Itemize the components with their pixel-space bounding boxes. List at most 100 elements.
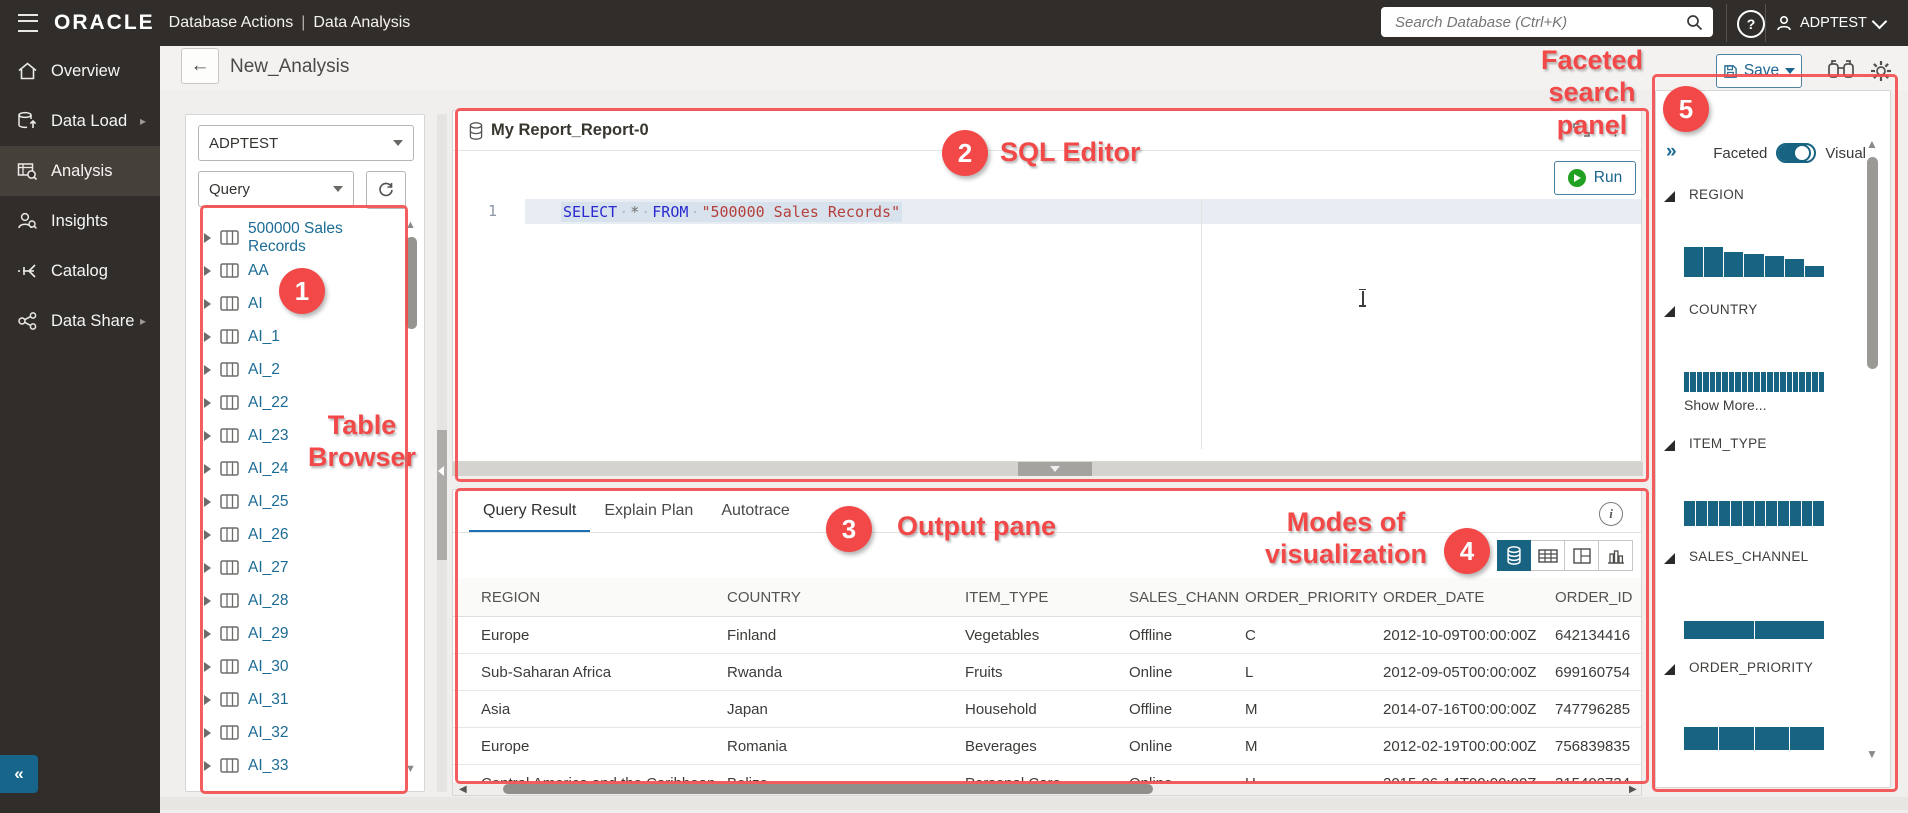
facet-bar[interactable] (1773, 372, 1780, 392)
table-list-item[interactable]: AI_32 (186, 716, 404, 749)
table-row[interactable]: Europe Romania Beverages Online M 2012-02-19T… (453, 727, 1641, 765)
vertical-splitter-thumb[interactable] (437, 430, 447, 560)
facet-bar[interactable] (1704, 247, 1724, 277)
search-icon[interactable] (1686, 14, 1703, 31)
table-list-item[interactable]: AI_26 (186, 518, 404, 551)
result-scrollbar-thumb[interactable] (503, 784, 1153, 794)
expand-arrow-icon[interactable] (204, 463, 211, 474)
facet-bar[interactable] (1722, 372, 1728, 392)
facet-header[interactable]: REGION (1656, 187, 1866, 202)
facet-bar[interactable] (1716, 372, 1722, 392)
table-list-item[interactable]: AI_31 (186, 683, 404, 716)
table-list-item[interactable]: AI_29 (186, 617, 404, 650)
table-list-item[interactable]: 500000 Sales Records (186, 220, 404, 256)
maximize-editor-icon[interactable] (1573, 123, 1590, 137)
expand-arrow-icon[interactable] (204, 232, 211, 243)
facet-bar[interactable] (1719, 727, 1754, 750)
facet-bar[interactable] (1804, 266, 1824, 277)
table-list-item[interactable]: AI_2 (186, 353, 404, 386)
facet-bar[interactable] (1744, 254, 1764, 277)
facet-bar[interactable] (1724, 252, 1744, 277)
facet-header[interactable]: ITEM_TYPE (1656, 436, 1866, 451)
table-list-item[interactable]: AI_27 (186, 551, 404, 584)
table-list-item[interactable]: AI_25 (186, 485, 404, 518)
help-icon[interactable]: ? (1737, 10, 1765, 38)
facet-bar[interactable] (1799, 372, 1805, 392)
table-name[interactable]: AI_1 (248, 328, 280, 346)
table-name[interactable]: AA (248, 262, 269, 280)
column-header-sales_channel[interactable]: SALES_CHANNEL (1123, 578, 1239, 617)
table-name[interactable]: AI_25 (248, 493, 289, 511)
facet-header[interactable]: COUNTRY (1656, 302, 1866, 317)
run-button[interactable]: Run (1554, 161, 1636, 195)
scroll-left-icon[interactable]: ◀ (459, 784, 467, 795)
page-horizontal-scrollbar[interactable] (160, 797, 1908, 810)
column-header-country[interactable]: COUNTRY (721, 578, 959, 617)
tab-autotrace[interactable]: Autotrace (707, 496, 803, 533)
facet-header[interactable]: ORDER_PRIORITY (1656, 660, 1866, 675)
facet-bar[interactable] (1684, 501, 1695, 526)
sidebar-collapse-button[interactable]: « (0, 755, 38, 793)
facet-header[interactable]: SALES_CHANNEL (1656, 549, 1866, 564)
column-header-item_type[interactable]: ITEM_TYPE (959, 578, 1123, 617)
table-name[interactable]: AI_31 (248, 691, 289, 709)
facet-bar[interactable] (1707, 501, 1719, 526)
kebab-menu-icon[interactable]: ⋮ (1608, 121, 1623, 139)
back-button[interactable]: ← (181, 48, 219, 84)
table-name[interactable]: AI_2 (248, 361, 280, 379)
table-list-item[interactable]: AI (186, 287, 404, 320)
table-name[interactable]: AI_32 (248, 724, 289, 742)
expand-arrow-icon[interactable] (204, 727, 211, 738)
facet-bar[interactable] (1741, 372, 1748, 392)
result-horizontal-scrollbar[interactable]: ◀ ▶ (453, 782, 1641, 795)
list-scrollbar-thumb[interactable] (406, 237, 417, 329)
expand-arrow-icon[interactable] (204, 298, 211, 309)
expand-arrow-icon[interactable] (204, 628, 211, 639)
facet-bar[interactable] (1735, 372, 1741, 392)
viz-mode-layout-button[interactable] (1565, 540, 1599, 571)
sidebar-item-catalog[interactable]: Catalog (0, 246, 160, 296)
expand-arrow-icon[interactable] (204, 760, 211, 771)
refresh-button[interactable] (366, 171, 406, 209)
info-icon[interactable]: i (1599, 502, 1623, 526)
facet-bar[interactable] (1764, 256, 1784, 277)
expand-arrow-icon[interactable] (204, 331, 211, 342)
expand-arrow-icon[interactable] (204, 364, 211, 375)
search-input[interactable] (1381, 13, 1686, 31)
table-name[interactable]: AI_28 (248, 592, 289, 610)
facet-bar[interactable] (1789, 501, 1801, 526)
table-name[interactable]: 500000 Sales Records (248, 220, 404, 256)
facet-bar[interactable] (1754, 372, 1760, 392)
table-name[interactable]: AI_27 (248, 559, 289, 577)
column-header-order_id[interactable]: ORDER_ID (1549, 578, 1641, 617)
facet-bar[interactable] (1792, 372, 1799, 392)
table-name[interactable]: AI_26 (248, 526, 289, 544)
facet-bar[interactable] (1818, 372, 1824, 392)
table-list-item[interactable]: AI_30 (186, 650, 404, 683)
user-menu[interactable]: ADPTEST (1775, 0, 1888, 46)
facet-bar[interactable] (1684, 247, 1704, 277)
table-row[interactable]: Asia Japan Household Offline M 2014-07-16T00:… (453, 690, 1641, 728)
show-more-link[interactable]: Show More... (1684, 397, 1866, 413)
facet-bar[interactable] (1767, 372, 1773, 392)
table-name[interactable]: AI_29 (248, 625, 289, 643)
facet-bar[interactable] (1684, 727, 1719, 750)
sidebar-item-data-share[interactable]: Data Share ▸ (0, 296, 160, 346)
facet-bar[interactable] (1703, 372, 1709, 392)
tab-query-result[interactable]: Query Result (469, 496, 591, 533)
viz-mode-chart-button[interactable] (1599, 540, 1633, 571)
gear-icon[interactable] (1870, 60, 1892, 82)
tab-explain-plan[interactable]: Explain Plan (590, 496, 707, 533)
facet-scroll-down-icon[interactable]: ▼ (1866, 747, 1878, 761)
expand-arrow-icon[interactable] (204, 397, 211, 408)
expand-arrow-icon[interactable] (204, 496, 211, 507)
expand-arrow-icon[interactable] (204, 661, 211, 672)
facet-bar[interactable] (1801, 501, 1813, 526)
facet-bar[interactable] (1684, 621, 1754, 639)
facet-bar[interactable] (1786, 372, 1792, 392)
facet-bar[interactable] (1731, 501, 1742, 526)
facet-bar[interactable] (1696, 372, 1703, 392)
column-header-region[interactable]: REGION (453, 578, 721, 617)
expand-arrow-icon[interactable] (204, 265, 211, 276)
table-list-item[interactable]: AI_23 (186, 419, 404, 452)
